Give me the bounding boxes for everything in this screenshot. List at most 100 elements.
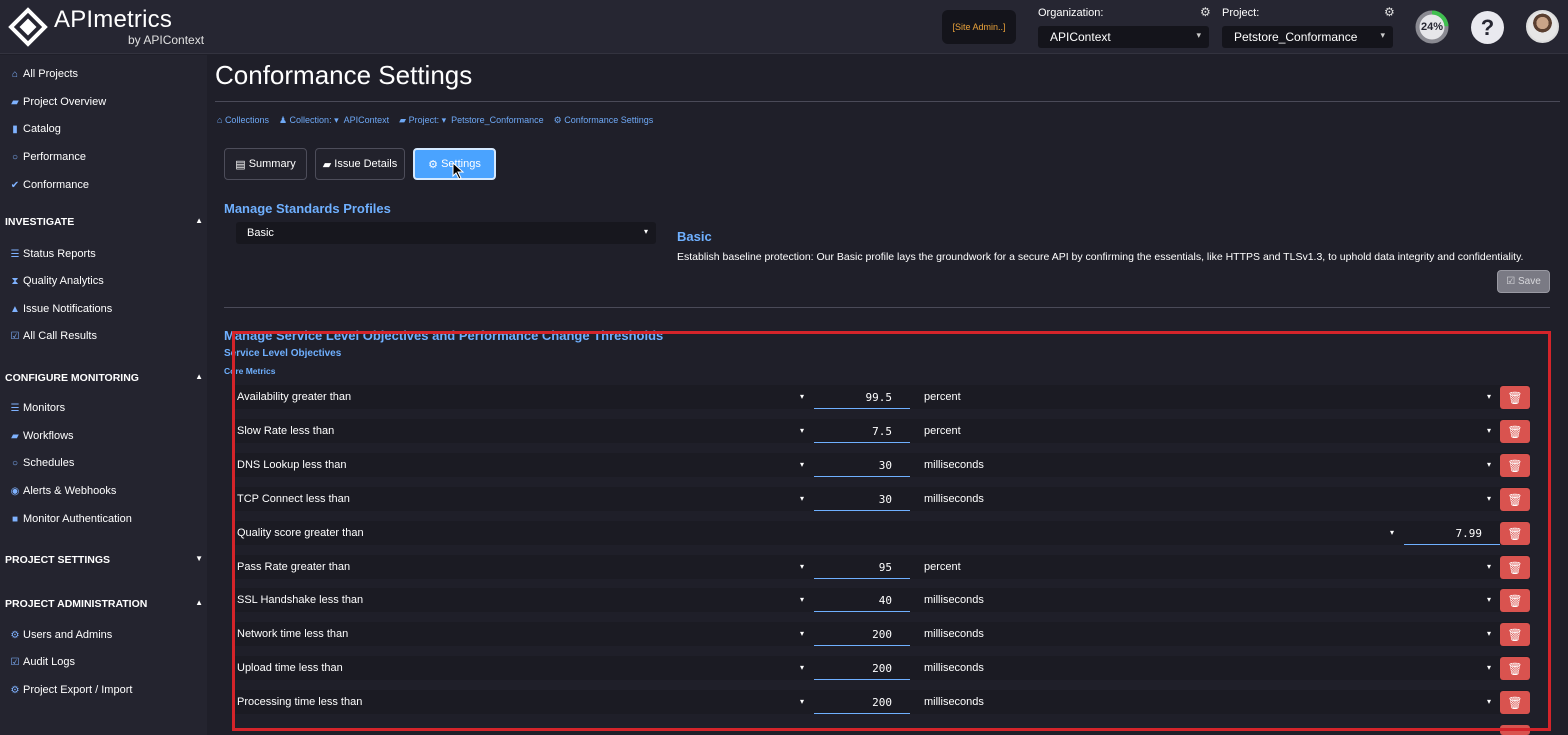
delete-metric-button-partial[interactable]: [1500, 725, 1530, 735]
metric-unit[interactable]: percent: [924, 425, 961, 437]
metric-unit[interactable]: percent: [924, 561, 961, 573]
unit-select-chevron-icon[interactable]: ▾: [1487, 562, 1491, 571]
breadcrumb-collections[interactable]: ⌂ Collections: [217, 115, 269, 126]
metric-value-input[interactable]: 99.5: [814, 385, 910, 409]
summary-icon: ▤: [235, 158, 249, 171]
sidebar-item-alerts-webhooks[interactable]: ◉ Alerts & Webhooks: [9, 485, 117, 497]
unit-select-chevron-icon[interactable]: ▾: [1487, 494, 1491, 503]
metric-select-chevron-icon[interactable]: ▾: [800, 460, 804, 469]
delete-metric-button[interactable]: 🗑: [1500, 589, 1530, 612]
unit-select-chevron-icon[interactable]: ▾: [1487, 629, 1491, 638]
sidebar-item-performance[interactable]: ○ Performance: [9, 151, 86, 163]
unit-select-chevron-icon[interactable]: ▾: [1487, 392, 1491, 401]
metric-row: DNS Lookup less than ▾ 30 milliseconds ▾: [233, 453, 1530, 477]
metric-value-input[interactable]: 7.5: [814, 419, 910, 443]
breadcrumb-conformance-settings[interactable]: ⚙ Conformance Settings: [554, 115, 654, 126]
metric-select-chevron-icon[interactable]: ▾: [800, 595, 804, 604]
tab-summary[interactable]: ▤ Summary: [224, 148, 307, 180]
metric-value-input[interactable]: 95: [814, 555, 910, 579]
help-button[interactable]: ?: [1471, 11, 1504, 44]
sidebar-item-conformance[interactable]: ✔ Conformance: [9, 179, 89, 191]
metric-unit[interactable]: milliseconds: [924, 594, 984, 606]
unit-select-chevron-icon[interactable]: ▾: [1487, 663, 1491, 672]
metric-value-input[interactable]: 200: [814, 690, 910, 714]
trash-icon: 🗑: [1507, 695, 1523, 710]
metric-select-chevron-icon[interactable]: ▾: [800, 697, 804, 706]
sidebar-item-project-export-import[interactable]: ⚙ Project Export / Import: [9, 684, 133, 696]
progress-indicator[interactable]: 24%: [1415, 10, 1449, 44]
metric-unit[interactable]: milliseconds: [924, 696, 984, 708]
unit-select-chevron-icon[interactable]: ▾: [1487, 426, 1491, 435]
standards-profile-select[interactable]: Basic ▾: [236, 222, 656, 244]
sidebar-item-status-reports[interactable]: ☰ Status Reports: [9, 248, 96, 260]
delete-metric-button[interactable]: 🗑: [1500, 623, 1530, 646]
metric-row: Quality score greater than ▾ 7.99: [233, 521, 1530, 545]
sidebar-item-users-admins[interactable]: ⚙ Users and Admins: [9, 629, 113, 641]
sidebar-section-project-settings[interactable]: PROJECT SETTINGS ▼: [5, 554, 203, 566]
metric-value-input[interactable]: 200: [814, 656, 910, 680]
delete-metric-button[interactable]: 🗑: [1500, 386, 1530, 409]
metric-unit[interactable]: milliseconds: [924, 459, 984, 471]
metric-value-input[interactable]: 30: [814, 453, 910, 477]
standards-heading: Manage Standards Profiles: [224, 201, 391, 216]
metric-select-chevron-icon[interactable]: ▾: [800, 663, 804, 672]
metric-select-chevron-icon[interactable]: ▾: [800, 629, 804, 638]
sidebar-item-issue-notifications[interactable]: ▲ Issue Notifications: [9, 303, 112, 315]
unit-select-chevron-icon[interactable]: ▾: [1487, 697, 1491, 706]
metric-unit[interactable]: milliseconds: [924, 662, 984, 674]
delete-metric-button[interactable]: 🗑: [1500, 657, 1530, 680]
sidebar-item-schedules[interactable]: ○ Schedules: [9, 457, 74, 469]
delete-metric-button[interactable]: 🗑: [1500, 522, 1530, 545]
logo-subtitle: by APIContext: [128, 33, 205, 47]
sidebar-item-project-overview[interactable]: ▰ Project Overview: [9, 96, 106, 108]
sidebar-section-project-administration[interactable]: PROJECT ADMINISTRATION ▲: [5, 598, 203, 610]
section-divider: [224, 307, 1550, 308]
metric-unit[interactable]: milliseconds: [924, 628, 984, 640]
sidebar-item-all-projects[interactable]: ⌂ All Projects: [9, 68, 78, 80]
project-gear-icon[interactable]: ⚙: [1384, 5, 1395, 19]
logo-icon: [8, 7, 48, 47]
metric-select-chevron-icon[interactable]: ▾: [800, 426, 804, 435]
sidebar-item-monitor-authentication[interactable]: ■ Monitor Authentication: [9, 513, 132, 525]
metric-unit[interactable]: milliseconds: [924, 493, 984, 505]
user-avatar[interactable]: [1526, 10, 1559, 43]
sidebar-section-investigate[interactable]: INVESTIGATE ▲: [5, 216, 203, 228]
save-label: Save: [1517, 276, 1541, 287]
metric-select-chevron-icon[interactable]: ▾: [800, 494, 804, 503]
apimetrics-logo[interactable]: APImetrics by APIContext: [8, 7, 204, 47]
delete-metric-button[interactable]: 🗑: [1500, 556, 1530, 579]
sidebar-item-monitors[interactable]: ☰ Monitors: [9, 402, 66, 414]
metric-value-input[interactable]: 30: [814, 487, 910, 511]
metric-select-chevron-icon[interactable]: ▾: [800, 392, 804, 401]
sidebar-item-label: Schedules: [23, 457, 75, 469]
metric-value-input[interactable]: 7.99: [1404, 521, 1500, 545]
metric-value-input[interactable]: 40: [814, 588, 910, 612]
metric-unit[interactable]: percent: [924, 391, 961, 403]
sidebar-item-audit-logs[interactable]: ☑ Audit Logs: [9, 656, 75, 668]
sidebar-item-quality-analytics[interactable]: ⧗ Quality Analytics: [9, 275, 103, 287]
metric-value-input[interactable]: 200: [814, 622, 910, 646]
delete-metric-button[interactable]: 🗑: [1500, 691, 1530, 714]
metric-select-chevron-icon[interactable]: ▾: [1390, 528, 1394, 537]
unit-select-chevron-icon[interactable]: ▾: [1487, 595, 1491, 604]
sidebar-item-catalog[interactable]: ▮ Catalog: [9, 123, 61, 135]
organization-select[interactable]: APIContext ▾: [1038, 26, 1209, 48]
save-button[interactable]: ☑ Save: [1497, 270, 1550, 293]
delete-metric-button[interactable]: 🗑: [1500, 488, 1530, 511]
chevron-down-icon: ▾: [1196, 30, 1201, 40]
sidebar-item-workflows[interactable]: ▰ Workflows: [9, 430, 73, 442]
delete-metric-button[interactable]: 🗑: [1500, 420, 1530, 443]
site-admin-button[interactable]: [Site Admin..]: [942, 10, 1016, 44]
unit-select-chevron-icon[interactable]: ▾: [1487, 460, 1491, 469]
delete-metric-button[interactable]: 🗑: [1500, 454, 1530, 477]
breadcrumb-collection[interactable]: ♟ Collection: ▾ APIContext: [279, 115, 389, 126]
sidebar-section-configure-monitoring[interactable]: CONFIGURE MONITORING ▲: [5, 372, 203, 384]
metric-select-chevron-icon[interactable]: ▾: [800, 562, 804, 571]
tab-issue-details[interactable]: ▰ Issue Details: [315, 148, 405, 180]
sidebar-item-all-call-results[interactable]: ☑ All Call Results: [9, 330, 97, 342]
gear-icon: ⚙: [10, 629, 20, 641]
checkbox-icon: ☑: [10, 656, 20, 668]
breadcrumb-project[interactable]: ▰ Project: ▾ Petstore_Conformance: [399, 115, 544, 126]
organization-gear-icon[interactable]: ⚙: [1200, 5, 1211, 19]
project-select[interactable]: Petstore_Conformance ▾: [1222, 26, 1393, 48]
